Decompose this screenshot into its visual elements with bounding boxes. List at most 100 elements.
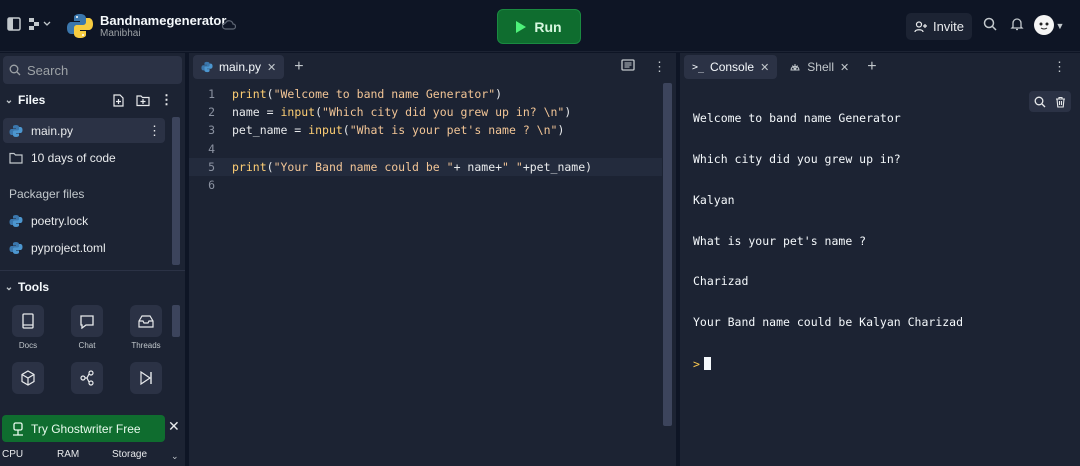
format-icon[interactable]: [621, 59, 635, 71]
file-name: main.py: [31, 123, 74, 138]
replit-logo-menu-icon[interactable]: [27, 17, 53, 35]
tool-packages[interactable]: [8, 362, 48, 394]
file-item-poetry-lock[interactable]: poetry.lock: [3, 208, 165, 233]
divider: [0, 270, 185, 271]
inbox-icon: [138, 315, 154, 328]
tab-shell[interactable]: Shell ✕: [781, 55, 857, 79]
code-line[interactable]: 4: [189, 140, 662, 158]
file-item-main-py[interactable]: main.py ⋮: [3, 118, 165, 143]
code-area[interactable]: 1 print("Welcome to band name Generator")…: [189, 85, 662, 194]
close-tab-icon[interactable]: ✕: [760, 61, 769, 74]
file-item-10-days-of-code[interactable]: 10 days of code: [3, 145, 165, 170]
tool-chat[interactable]: Chat: [67, 305, 107, 350]
console-prompt: >: [693, 356, 700, 371]
search-icon[interactable]: [981, 17, 999, 35]
chevron-down-icon: ⌄: [4, 281, 14, 293]
tool-docs[interactable]: Docs: [8, 305, 48, 350]
play-step-icon: [140, 370, 152, 386]
file-item-pyproject-toml[interactable]: pyproject.toml: [3, 235, 165, 260]
files-section-header[interactable]: ⌄ Files ⋮: [0, 88, 185, 112]
invite-button[interactable]: Invite: [906, 13, 972, 40]
python-file-icon: [9, 124, 23, 137]
code-editor-pane: main.py ✕ + ⋮ 1 print("Welcome to band na…: [189, 53, 676, 466]
tool-debugger[interactable]: [126, 362, 166, 394]
file-menu-icon[interactable]: ⋮: [148, 123, 161, 139]
console-line: Your Band name could be Kalyan Charizad: [693, 315, 964, 330]
tool-threads[interactable]: Threads: [126, 305, 166, 350]
code-text: print("Welcome to band name Generator"): [232, 87, 503, 102]
line-number: 6: [208, 178, 215, 193]
sidebar-toggle-icon[interactable]: [5, 17, 23, 35]
code-line[interactable]: 1 print("Welcome to band name Generator"): [189, 85, 662, 103]
python-logo-icon[interactable]: [66, 12, 94, 40]
close-tab-icon[interactable]: ✕: [267, 61, 276, 74]
run-label: Run: [534, 18, 562, 35]
folder-name: 10 days of code: [31, 150, 116, 165]
more-options-icon[interactable]: ⋮: [653, 59, 666, 75]
tools-section-header[interactable]: ⌄ Tools: [0, 275, 185, 299]
tool-label: Chat: [78, 341, 96, 350]
play-icon: [516, 20, 527, 33]
code-line[interactable]: 5 print("Your Band name could be "+ name+…: [189, 157, 662, 176]
invite-label: Invite: [932, 19, 965, 34]
python-file-icon: [9, 241, 23, 254]
console-line: Charizad: [693, 274, 749, 289]
close-icon[interactable]: ✕: [168, 418, 180, 435]
add-user-icon: [914, 20, 927, 32]
code-text: pet_name = input("What is your pet's nam…: [232, 123, 565, 138]
chevron-down-icon[interactable]: ▼: [1055, 17, 1065, 35]
tool-label: Docs: [18, 341, 38, 350]
resource-storage[interactable]: Storage: [112, 449, 147, 460]
search-icon[interactable]: [1034, 96, 1046, 108]
line-number: 4: [208, 141, 215, 156]
code-line[interactable]: 2 name = input("Which city did you grew u…: [189, 103, 662, 121]
console-tab-bar: >_ Console ✕ Shell ✕ +: [680, 53, 1080, 81]
python-file-icon: [201, 61, 213, 73]
code-text: name = input("Which city did you grew up…: [232, 105, 572, 120]
files-scrollbar[interactable]: [172, 117, 180, 265]
more-options-icon[interactable]: ⋮: [160, 92, 173, 108]
chevron-down-icon[interactable]: ⌄: [171, 451, 179, 462]
console-line: Kalyan: [693, 192, 735, 207]
new-tab-icon[interactable]: +: [294, 58, 303, 76]
editor-tab-bar: main.py ✕ +: [189, 53, 676, 81]
new-folder-icon[interactable]: [136, 94, 150, 107]
bell-icon[interactable]: [1008, 17, 1026, 35]
tab-main-py[interactable]: main.py ✕: [193, 55, 285, 79]
python-file-icon: [9, 214, 23, 227]
console-line: Which city did you grew up in?: [693, 151, 901, 166]
close-tab-icon[interactable]: ✕: [840, 61, 849, 74]
search-icon: [9, 64, 21, 76]
console-output[interactable]: Welcome to band name Generator Which cit…: [693, 85, 963, 399]
run-button[interactable]: Run: [497, 9, 581, 44]
packager-files-label: Packager files: [9, 187, 85, 201]
sidebar: Search ⌄ Files ⋮ main.py ⋮ 10 days of co…: [0, 53, 185, 466]
search-input[interactable]: Search: [3, 56, 182, 84]
console-actions: [1029, 91, 1071, 112]
resource-ram[interactable]: RAM: [57, 449, 79, 460]
more-options-icon[interactable]: ⋮: [1053, 59, 1066, 75]
line-number: 3: [208, 123, 215, 138]
top-bar: Bandnamegenerator Manibhai Run Invite ▼: [0, 0, 1080, 52]
chat-icon: [80, 314, 94, 329]
resource-cpu[interactable]: CPU: [2, 449, 23, 460]
new-file-icon[interactable]: [112, 93, 125, 107]
chevron-down-icon: ⌄: [4, 94, 14, 106]
repl-title[interactable]: Bandnamegenerator: [100, 13, 226, 28]
folder-icon: [9, 152, 23, 164]
try-ghostwriter-button[interactable]: Try Ghostwriter Free: [2, 415, 165, 442]
ghostwriter-label: Try Ghostwriter Free: [31, 421, 141, 436]
new-tab-icon[interactable]: +: [867, 58, 876, 76]
tools-scrollbar[interactable]: [172, 305, 180, 337]
editor-scrollbar[interactable]: [663, 83, 672, 426]
tab-console[interactable]: >_ Console ✕: [684, 55, 778, 79]
tab-label: main.py: [219, 60, 262, 74]
tool-git[interactable]: [67, 362, 107, 394]
user-avatar[interactable]: [1034, 15, 1054, 35]
book-icon: [22, 313, 34, 329]
repl-owner[interactable]: Manibhai: [100, 28, 141, 39]
files-label: Files: [18, 93, 46, 107]
code-line[interactable]: 6: [189, 176, 662, 194]
trash-icon[interactable]: [1055, 96, 1066, 108]
code-line[interactable]: 3 pet_name = input("What is your pet's na…: [189, 121, 662, 139]
